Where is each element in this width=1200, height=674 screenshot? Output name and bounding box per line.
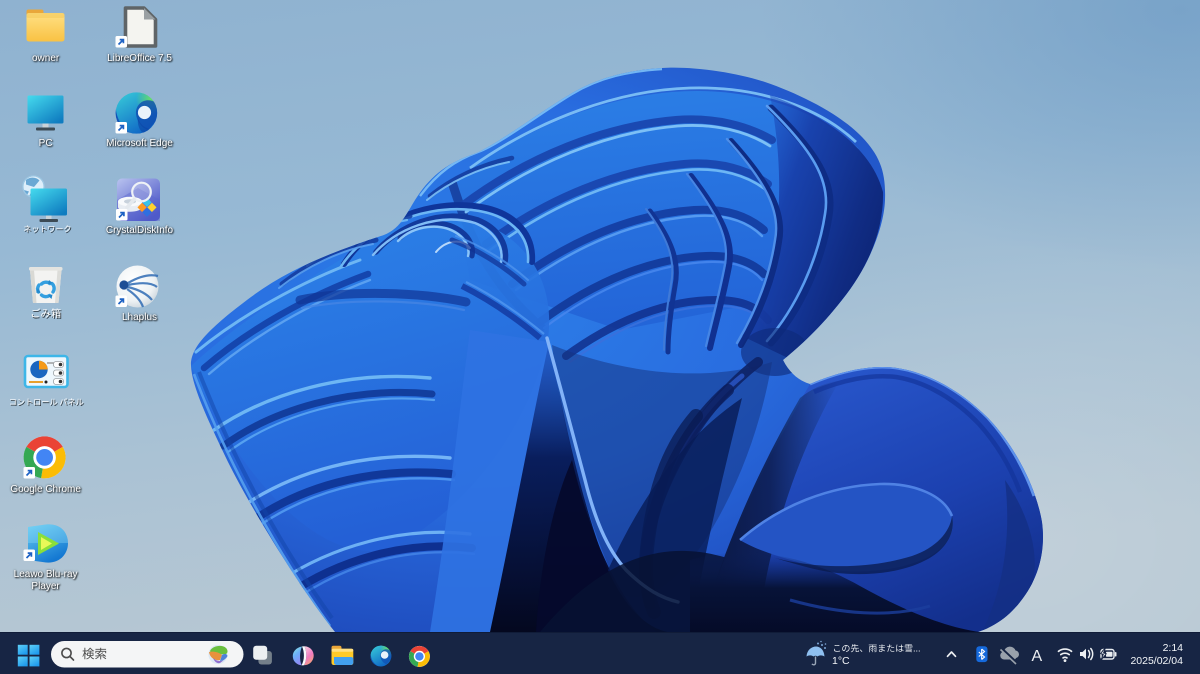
svg-text:A: A: [1032, 648, 1043, 665]
